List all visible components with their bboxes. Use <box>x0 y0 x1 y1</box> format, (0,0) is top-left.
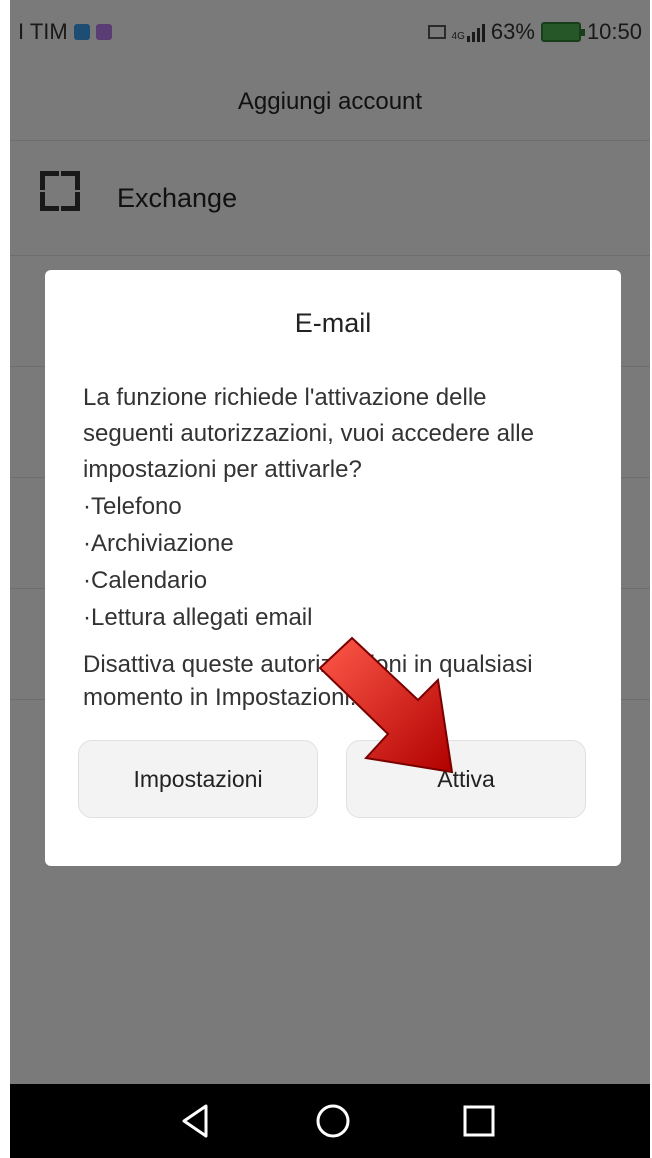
back-icon[interactable] <box>172 1098 218 1144</box>
dialog-message: La funzione richiede l'attivazione delle… <box>83 384 534 483</box>
permission-list: ·Telefono ·Archiviazione ·Calendario ·Le… <box>83 488 583 636</box>
dialog-title: E-mail <box>294 308 372 338</box>
permission-item: ·Archiviazione <box>83 530 234 557</box>
phone-screen: I TIM 4G 63% 10:50 Aggiungi account Exch… <box>10 0 650 1158</box>
permission-item: ·Calendario <box>83 567 208 594</box>
settings-button[interactable]: Impostazioni <box>78 740 318 818</box>
home-icon[interactable] <box>310 1098 356 1144</box>
pointer-arrow-icon <box>318 636 454 774</box>
recents-icon[interactable] <box>456 1098 502 1144</box>
permission-item: ·Telefono <box>83 493 182 520</box>
navigation-bar <box>10 1084 650 1158</box>
